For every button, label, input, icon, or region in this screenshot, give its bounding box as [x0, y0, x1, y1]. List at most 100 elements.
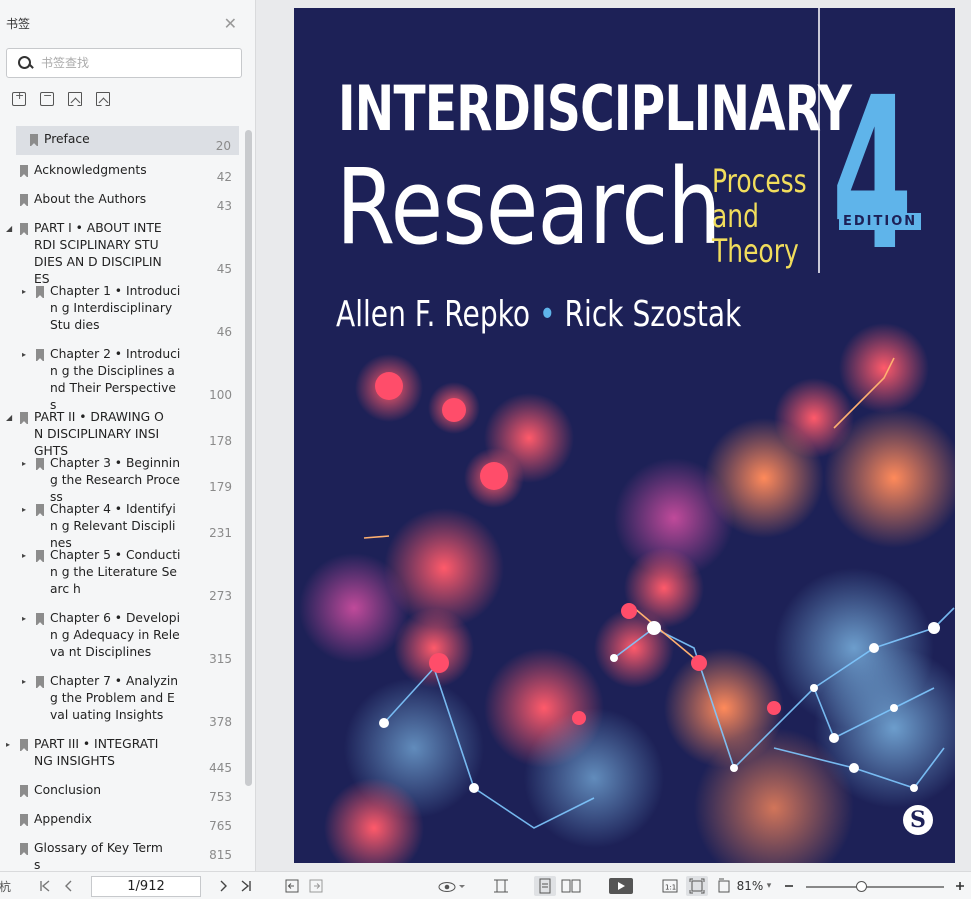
single-page-fit-icon[interactable] [492, 876, 510, 896]
zoom-level[interactable]: 81% [736, 876, 764, 896]
publisher-logo: S [903, 805, 933, 835]
bookmark-item[interactable]: Glossary of Key Terms 815 [0, 835, 240, 872]
bookmark-page-number: 45 [216, 262, 232, 276]
bookmark-icon [20, 165, 28, 177]
bookmark-icon [36, 458, 44, 470]
bookmark-item[interactable]: Preface 20 [16, 126, 239, 155]
book-cover-page: INTERDISCIPLINARY Research Process and T… [294, 8, 955, 863]
bookmark-label: Preface [44, 132, 90, 146]
bottom-toolbar: 杭 1/912 1:1 81% ▾ [0, 871, 971, 899]
bookmark-item[interactable]: ◢ PART II • DRAWING ON DISCIPLINARY INSIG… [0, 404, 240, 458]
cover-title-line1: INTERDISCIPLINARY [338, 72, 852, 145]
expand-arrow-icon[interactable]: ▸ [22, 610, 32, 623]
bookmark-label: Chapter 1 • Introducin g Interdisciplina… [50, 284, 181, 332]
bookmark-page-number: 753 [209, 790, 232, 804]
bookmark-icon [36, 504, 44, 516]
cover-subtitle-line: and [712, 197, 759, 235]
back-icon[interactable] [284, 876, 300, 896]
author-separator: • [539, 294, 556, 335]
svg-text:1:1: 1:1 [665, 884, 676, 892]
expand-arrow-icon[interactable]: ▸ [22, 455, 32, 468]
cover-title-line2: Research [336, 146, 721, 268]
bookmark-item[interactable]: Appendix 765 [0, 806, 240, 835]
bookmark-item[interactable]: ▸ Chapter 3 • Beginning the Research Proc… [0, 450, 240, 504]
rotate-icon[interactable] [716, 876, 732, 896]
single-page-view-icon[interactable] [534, 876, 556, 896]
fit-page-icon[interactable] [686, 876, 708, 896]
bookmark-item[interactable]: ▸ Chapter 6 • Developin g Adequacy in Rel… [0, 605, 240, 668]
bookmark-item[interactable]: Acknowledgments 42 [0, 157, 240, 186]
bookmark-icon [20, 194, 28, 206]
bookmark-label: Chapter 5 • Conductin g the Literature S… [50, 548, 181, 596]
expand-arrow-icon[interactable]: ▸ [22, 501, 32, 514]
close-icon[interactable]: ✕ [224, 14, 237, 33]
bookmark-icon[interactable] [68, 92, 82, 106]
zoom-slider[interactable] [806, 886, 944, 888]
bookmark-icon [30, 134, 38, 146]
bookmark-page-number: 46 [216, 325, 232, 339]
bookmark-item[interactable]: About the Authors 43 [0, 186, 240, 215]
page-number-input[interactable]: 1/912 [91, 876, 201, 897]
toolbar-left-fragment: 杭 [0, 879, 11, 894]
forward-icon[interactable] [308, 876, 324, 896]
expand-arrow-icon[interactable]: ▸ [6, 736, 16, 749]
double-page-view-icon[interactable] [560, 876, 582, 896]
bookmark-item[interactable]: ▸ Chapter 7 • Analyzing the Problem and E… [0, 668, 240, 731]
play-slideshow-icon[interactable] [608, 876, 634, 896]
expand-arrow-icon[interactable]: ◢ [6, 409, 16, 422]
bookmark-page-number: 765 [209, 819, 232, 833]
bookmark-page-number: 100 [209, 388, 232, 402]
bookmark-icon [36, 349, 44, 361]
bookmark-icon [36, 613, 44, 625]
bookmark-icon [36, 676, 44, 688]
bookmark-page-number: 315 [209, 652, 232, 666]
bookmark-item[interactable]: ▸ Chapter 4 • Identifyin g Relevant Disci… [0, 496, 240, 550]
bookmark-page-number: 815 [209, 848, 232, 862]
bookmark-item[interactable]: ▸ Chapter 5 • Conductin g the Literature … [0, 542, 240, 605]
sidebar-scrollbar[interactable] [245, 130, 252, 786]
expand-arrow-icon[interactable]: ▸ [22, 673, 32, 686]
next-page-icon[interactable] [216, 876, 230, 896]
zoom-in-icon[interactable] [953, 876, 967, 896]
bookmark-label: Glossary of Key Terms [34, 841, 163, 872]
expand-arrow-icon[interactable]: ▸ [22, 283, 32, 296]
expand-arrow-icon[interactable]: ▸ [22, 547, 32, 560]
bookmark-item[interactable]: ▸ Chapter 1 • Introducin g Interdisciplin… [0, 278, 240, 341]
zoom-dropdown-icon[interactable]: ▾ [764, 876, 774, 896]
bookmark-item[interactable]: Conclusion 753 [0, 777, 240, 806]
bookmark-item[interactable]: ▸ PART III • INTEGRATING INSIGHTS 445 [0, 731, 240, 777]
bookmark-icon [20, 223, 28, 235]
first-page-icon[interactable] [38, 876, 52, 896]
sidebar-title: 书签 [6, 16, 31, 31]
bookmark-label: PART III • INTEGRATING INSIGHTS [34, 737, 159, 768]
bookmark-label: Conclusion [34, 783, 102, 797]
sidebar-header: 书签 ✕ [0, 0, 255, 46]
bookmark-search[interactable] [6, 48, 242, 78]
cover-edition-number: 4 [832, 52, 913, 297]
bookmark-item[interactable]: ◢ PART I • ABOUT INTERDI SCIPLINARY STUDI… [0, 215, 240, 286]
read-mode-icon[interactable] [436, 876, 466, 896]
bookmark-search-input[interactable] [41, 56, 221, 70]
bookmark-item[interactable]: ▸ Chapter 2 • Introducin g the Discipline… [0, 341, 240, 412]
remove-bookmark-icon[interactable] [40, 89, 54, 106]
bookmark-page-number: 179 [209, 480, 232, 494]
cover-author-1: Allen F. Repko [336, 294, 531, 335]
bookmark-icon [20, 739, 28, 751]
prev-page-icon[interactable] [62, 876, 76, 896]
cover-authors: Allen F. Repko • Rick Szostak [336, 294, 741, 335]
last-page-icon[interactable] [239, 876, 253, 896]
bookmark-page-number: 43 [216, 199, 232, 213]
bookmark-label: Appendix [34, 812, 92, 826]
bookmark-outline-icon[interactable] [96, 92, 110, 106]
expand-arrow-icon[interactable]: ◢ [6, 220, 16, 233]
expand-arrow-icon[interactable]: ▸ [22, 346, 32, 359]
zoom-slider-thumb[interactable] [856, 881, 867, 892]
zoom-out-icon[interactable] [782, 876, 796, 896]
cover-subtitle-line: Theory [712, 232, 799, 270]
bookmark-page-number: 178 [209, 434, 232, 448]
actual-size-icon[interactable]: 1:1 [661, 876, 679, 896]
add-bookmark-icon[interactable] [12, 89, 26, 106]
bookmark-label: Chapter 7 • Analyzing the Problem and Ev… [50, 674, 179, 722]
